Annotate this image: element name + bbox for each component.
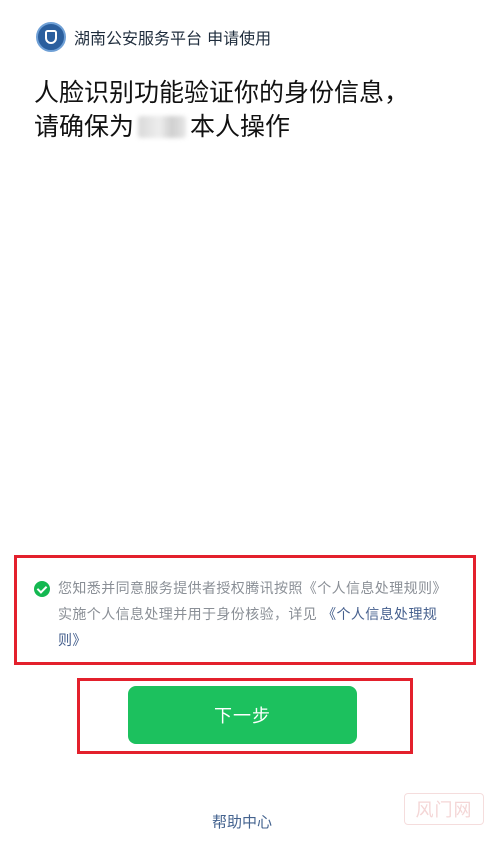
face-verification-page: 湖南公安服务平台 申请使用 人脸识别功能验证你的身份信息， 请确保为 本人操作 您… — [0, 0, 496, 846]
headline-suffix: 本人操作 — [190, 112, 291, 141]
app-header: 湖南公安服务平台 申请使用 — [36, 22, 271, 52]
headline-line-1: 人脸识别功能验证你的身份信息， — [34, 78, 410, 107]
page-headline: 人脸识别功能验证你的身份信息， 请确保为 本人操作 — [34, 76, 464, 144]
app-title: 湖南公安服务平台 申请使用 — [74, 29, 272, 48]
headline-line-2: 请确保为 本人操作 — [34, 110, 464, 144]
consent-notice[interactable]: 您知悉并同意服务提供者授权腾讯按照《个人信息处理规则》实施个人信息处理并用于身份… — [34, 576, 444, 654]
next-step-button[interactable]: 下一步 — [128, 686, 357, 744]
headline-prefix: 请确保为 — [34, 112, 135, 141]
police-shield-icon — [36, 22, 66, 52]
check-circle-icon[interactable] — [34, 581, 50, 597]
watermark-logo: 风门网 — [404, 793, 484, 825]
redacted-name — [138, 116, 187, 138]
consent-text: 您知悉并同意服务提供者授权腾讯按照《个人信息处理规则》实施个人信息处理并用于身份… — [58, 576, 444, 654]
